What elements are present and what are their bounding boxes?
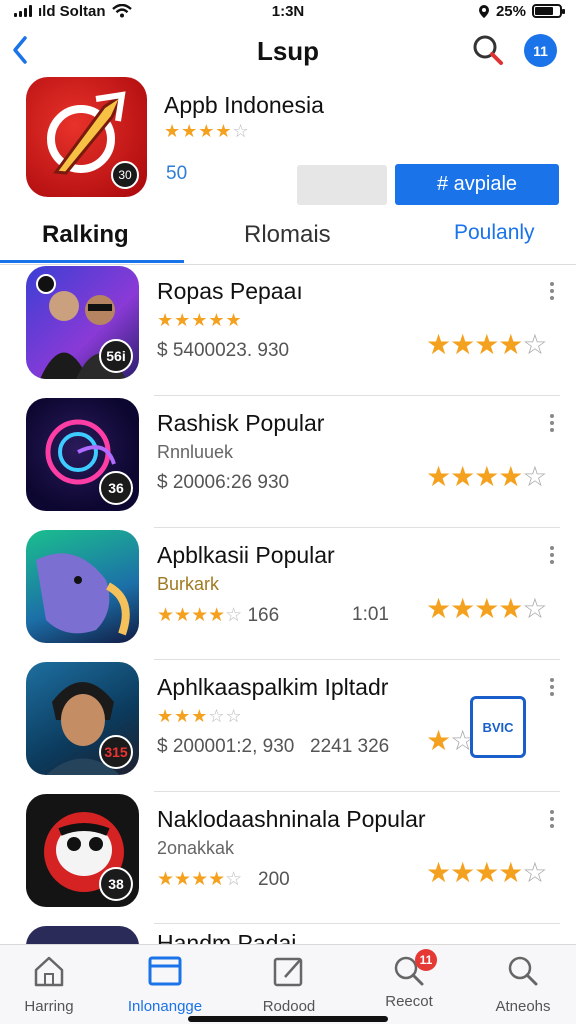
active-tab-indicator <box>0 260 184 263</box>
app-icon <box>26 530 139 643</box>
wifi-icon <box>111 4 132 18</box>
list-item[interactable]: 56i Ropas Pepaaı ★★★★★ $ 5400023. 930 ★★… <box>0 264 576 396</box>
app-name: Ropas Pepaaı <box>157 278 303 304</box>
more-icon[interactable] <box>545 412 559 436</box>
rank-badge: 315 <box>99 735 133 769</box>
app-subtitle: Rnnluuek <box>157 442 234 462</box>
app-meta: $ 20006:26 930 <box>157 472 290 493</box>
tab-strip: Ralking Rlomais Poulanly <box>0 217 576 265</box>
rank-badge: 36 <box>99 471 133 505</box>
app-meta: ★★★★☆ 200 <box>157 869 290 890</box>
app-name: Aphlkaaspalkim Ipltadr <box>157 674 389 700</box>
app-name: Naklodaashninala Popular <box>157 806 426 832</box>
app-rating: ★★★★☆ <box>426 329 548 360</box>
secondary-button[interactable] <box>297 165 387 205</box>
more-icon[interactable] <box>545 676 559 700</box>
promo-badge-icon: BVIC <box>470 696 526 758</box>
app-rating: ★★★★☆ <box>426 857 548 888</box>
app-rating: ★★★★☆ <box>426 593 548 624</box>
list-item[interactable]: Handm Padai <box>0 924 576 944</box>
featured-app: 30 Appb Indonesia ★★★★☆ 50 # avpiale <box>0 77 576 217</box>
rank-badge: 38 <box>99 867 133 901</box>
app-icon: 36 <box>26 398 139 511</box>
window-icon <box>148 956 182 986</box>
more-icon[interactable] <box>545 280 559 304</box>
tab-search[interactable]: Atneohs <box>468 953 576 1015</box>
rank-badge: 56i <box>99 339 133 373</box>
app-extra: 1:01 <box>352 604 389 625</box>
app-stars: ★★★☆☆ <box>157 706 243 726</box>
more-icon[interactable] <box>545 544 559 568</box>
app-meta: ★★★★☆ 166 <box>157 605 280 626</box>
list-item[interactable]: 36 Rashisk Popular Rnnluuek $ 20006:26 9… <box>0 396 576 528</box>
app-icon: 38 <box>26 794 139 907</box>
search-icon[interactable] <box>470 32 506 68</box>
tab-search-badged[interactable]: 11 Reecot <box>354 949 464 1010</box>
home-indicator <box>188 1016 388 1022</box>
tab-edit[interactable]: Rodood <box>234 953 344 1015</box>
more-icon[interactable] <box>545 808 559 832</box>
app-name: Rashisk Popular <box>157 410 325 436</box>
list-item[interactable]: 315 Aphlkaaspalkim Ipltadr ★★★☆☆ $ 20000… <box>0 660 576 792</box>
notification-badge: 11 <box>415 949 437 971</box>
creature-art <box>36 553 130 636</box>
featured-rating: ★★★★☆ <box>164 121 250 141</box>
list-item[interactable]: 38 Naklodaashninala Popular 2onakkak ★★★… <box>0 792 576 924</box>
search-icon: 11 <box>391 949 437 989</box>
app-icon <box>26 926 139 944</box>
app-stars: ★★★★★ <box>157 310 243 330</box>
profile-avatar[interactable]: 11 <box>524 34 557 67</box>
app-subtitle: Burkark <box>157 574 220 594</box>
clock: 1:3N <box>271 2 305 20</box>
list-item[interactable]: Apblkasii Popular Burkark ★★★★☆ 166 1:01… <box>0 528 576 660</box>
app-extra: 2241 326 <box>310 736 390 757</box>
app-name: Handm Padai <box>157 930 297 944</box>
app-rating: ★★★★☆ <box>426 461 548 492</box>
app-icon: 56i <box>26 266 139 379</box>
carrier-label: ıld Soltan <box>38 2 106 20</box>
location-icon <box>478 4 489 18</box>
app-meta: $ 5400023. 930 <box>157 340 290 361</box>
battery-percent: 25% <box>495 2 526 20</box>
tab-ranking[interactable]: Ralking <box>42 221 129 249</box>
app-icon: 315 <box>26 662 139 775</box>
home-icon <box>34 956 64 987</box>
featured-count: 50 <box>166 163 188 184</box>
app-meta: $ 200001:2, 930 <box>157 736 295 757</box>
featured-app-icon[interactable]: 30 <box>26 77 147 197</box>
status-bar: ıld Soltan 1:3N 25% <box>0 0 576 22</box>
tab-window[interactable]: Inlonangge <box>110 953 220 1015</box>
bottom-tab-bar: Harring Inlonangge Rodood 11 Reecot Atne <box>0 944 576 1024</box>
primary-action-button[interactable]: # avpiale <box>395 164 559 205</box>
battery-icon <box>532 4 565 18</box>
tab-popular[interactable]: Poulanly <box>454 221 535 245</box>
signal-icon <box>14 5 32 17</box>
featured-badge: 30 <box>111 161 139 189</box>
featured-app-name: Appb Indonesia <box>164 92 324 118</box>
app-subtitle: 2onakkak <box>157 838 235 858</box>
app-name: Apblkasii Popular <box>157 542 335 568</box>
edit-icon <box>273 957 303 987</box>
nav-bar: Lsup 11 <box>0 26 576 78</box>
search-icon <box>508 956 538 986</box>
tab-second[interactable]: Rlomais <box>244 221 331 249</box>
back-chevron-icon[interactable] <box>8 32 32 68</box>
tab-home[interactable]: Harring <box>0 953 104 1015</box>
